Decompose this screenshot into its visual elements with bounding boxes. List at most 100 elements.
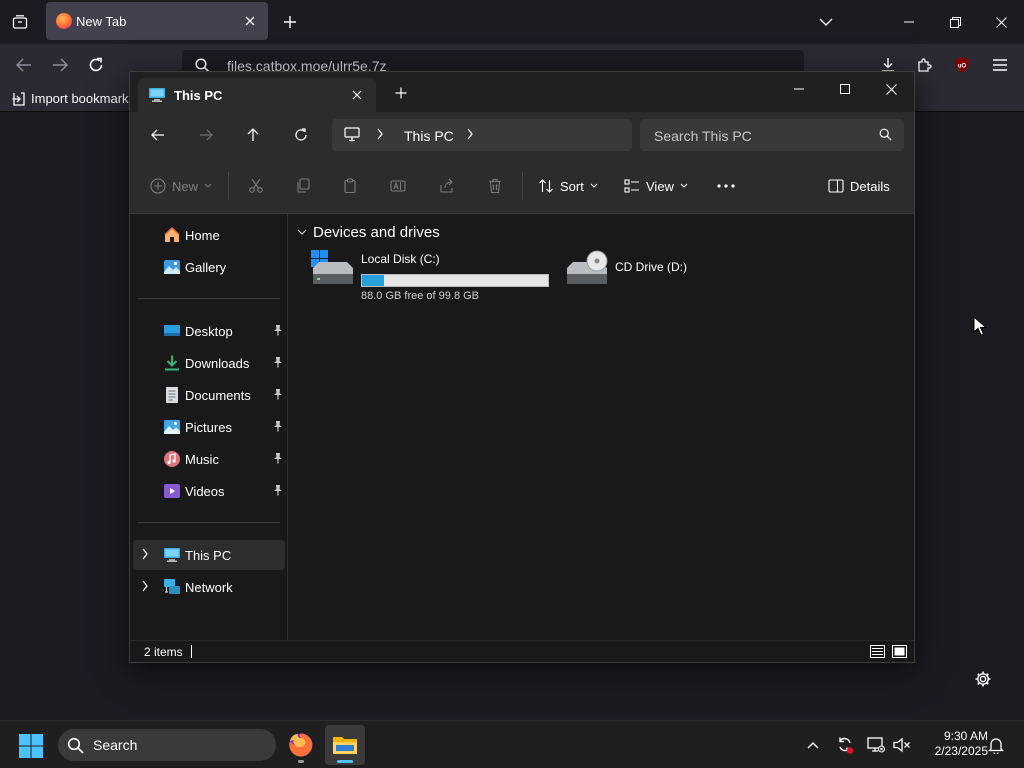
tray-sync-button[interactable]	[835, 735, 855, 755]
explorer-search-box[interactable]: Search This PC	[640, 119, 904, 151]
explorer-address-bar[interactable]: This PC	[332, 119, 632, 151]
drive-usage-fill	[362, 275, 384, 286]
close-tab-button[interactable]	[240, 11, 260, 31]
explorer-minimize-button[interactable]	[776, 74, 822, 104]
gear-icon	[975, 671, 991, 687]
cd-drive-icon	[567, 250, 608, 284]
large-icons-view-toggle[interactable]	[891, 644, 907, 658]
new-tab-button[interactable]	[278, 10, 302, 34]
nav-item-label: Desktop	[185, 324, 233, 339]
explorer-close-button[interactable]	[868, 74, 914, 104]
nav-item-desktop[interactable]: Desktop	[133, 316, 285, 346]
restore-icon	[949, 16, 961, 28]
nav-item-network[interactable]: Network	[133, 572, 285, 602]
close-explorer-tab-button[interactable]	[348, 86, 366, 104]
downloads-folder-icon	[165, 355, 179, 371]
notifications-button[interactable]	[986, 735, 1006, 755]
arrow-right-icon	[53, 58, 68, 72]
nav-item-gallery[interactable]: Gallery	[133, 252, 285, 282]
taskbar-app-file-explorer[interactable]	[325, 725, 365, 765]
sort-label: Sort	[560, 178, 584, 194]
copy-button[interactable]	[291, 174, 315, 198]
pin-icon[interactable]	[273, 484, 283, 496]
windows-start-icon[interactable]	[18, 733, 44, 759]
refresh-icon	[295, 128, 307, 141]
browser-restore-button[interactable]	[932, 0, 978, 44]
file-explorer-icon	[333, 737, 357, 754]
explorer-back-button[interactable]	[142, 122, 174, 148]
tray-volume-button[interactable]	[892, 735, 912, 755]
drive-free-space: 88.0 GB free of 99.8 GB	[361, 290, 480, 302]
import-bookmarks-label: Import bookmarks	[31, 91, 136, 106]
new-plus-circle-icon	[150, 178, 166, 194]
file-list-area: Devices and drives Local Disk (C:) 88.0 …	[289, 214, 914, 640]
nav-item-downloads[interactable]: Downloads	[133, 348, 285, 378]
svg-text:uO: uO	[958, 64, 967, 70]
import-bookmarks-button[interactable]: Import bookmarks	[12, 91, 135, 106]
taskbar-app-firefox[interactable]	[281, 725, 321, 765]
tray-network-button[interactable]	[866, 735, 886, 755]
explorer-maximize-button[interactable]	[822, 74, 868, 104]
nav-item-videos[interactable]: Videos	[133, 476, 285, 506]
ublock-origin-button[interactable]: uO	[948, 52, 976, 78]
paste-button[interactable]	[338, 174, 362, 198]
taskbar-search-box[interactable]: Search	[58, 729, 276, 761]
drive-local-disk-c[interactable]: Local Disk (C:) 88.0 GB free of 99.8 GB	[309, 250, 559, 302]
explorer-up-button[interactable]	[237, 122, 269, 148]
new-button[interactable]: New	[150, 174, 212, 198]
nav-item-documents[interactable]: Documents	[133, 380, 285, 410]
chevron-right-icon[interactable]	[141, 548, 149, 560]
breadcrumb-this-pc[interactable]: This PC	[404, 128, 454, 144]
view-label: View	[646, 178, 674, 194]
pin-icon[interactable]	[273, 388, 283, 400]
taskbar-clock[interactable]: 9:30 AM 2/23/2025	[918, 729, 988, 759]
new-tab-settings-button[interactable]	[972, 668, 994, 690]
explorer-command-bar: New Sort View Details	[130, 158, 914, 214]
chevron-right-icon[interactable]	[466, 128, 474, 140]
forward-button[interactable]	[46, 52, 74, 78]
running-indicator	[298, 760, 304, 763]
group-header-devices-and-drives[interactable]: Devices and drives	[297, 224, 440, 241]
pin-icon[interactable]	[273, 452, 283, 464]
back-button[interactable]	[10, 52, 38, 78]
reload-button[interactable]	[82, 52, 110, 78]
delete-button[interactable]	[483, 174, 507, 198]
explorer-refresh-button[interactable]	[285, 122, 317, 148]
app-menu-button[interactable]	[986, 52, 1014, 78]
cut-button[interactable]	[244, 174, 268, 198]
explorer-new-tab-button[interactable]	[392, 84, 410, 102]
explorer-tab-this-pc[interactable]: This PC	[138, 78, 376, 112]
share-button[interactable]	[435, 174, 459, 198]
chevron-right-icon[interactable]	[141, 580, 149, 592]
more-dots-icon	[717, 184, 735, 188]
pin-icon[interactable]	[273, 324, 283, 336]
details-view-toggle[interactable]	[869, 644, 885, 658]
drive-cd-drive-d[interactable]: CD Drive (D:)	[563, 250, 743, 294]
clipboard-icon	[344, 178, 356, 194]
close-icon	[885, 83, 897, 95]
sort-arrows-icon	[539, 179, 553, 193]
show-hidden-icons-button[interactable]	[803, 735, 823, 755]
details-pane-button[interactable]: Details	[828, 174, 890, 198]
view-button[interactable]: View	[624, 174, 688, 198]
nav-item-label: Network	[185, 580, 233, 595]
more-options-button[interactable]	[714, 174, 738, 198]
nav-separator	[138, 298, 280, 299]
nav-item-music[interactable]: Music	[133, 444, 285, 474]
list-tabs-button[interactable]	[8, 10, 32, 34]
firefox-favicon-icon	[56, 13, 72, 29]
item-count: 2 items	[144, 645, 183, 659]
nav-item-home[interactable]: Home	[133, 220, 285, 250]
all-tabs-button[interactable]	[814, 10, 838, 34]
pin-icon[interactable]	[273, 420, 283, 432]
nav-item-label: This PC	[185, 548, 232, 563]
explorer-forward-button[interactable]	[190, 122, 222, 148]
pin-icon[interactable]	[273, 356, 283, 368]
browser-minimize-button[interactable]	[886, 0, 932, 44]
browser-tab-new-tab[interactable]: New Tab	[46, 2, 268, 40]
nav-item-this-pc[interactable]: This PC	[133, 540, 285, 570]
sort-button[interactable]: Sort	[538, 174, 598, 198]
rename-button[interactable]	[386, 174, 410, 198]
nav-item-pictures[interactable]: Pictures	[133, 412, 285, 442]
browser-close-button[interactable]	[978, 0, 1024, 44]
